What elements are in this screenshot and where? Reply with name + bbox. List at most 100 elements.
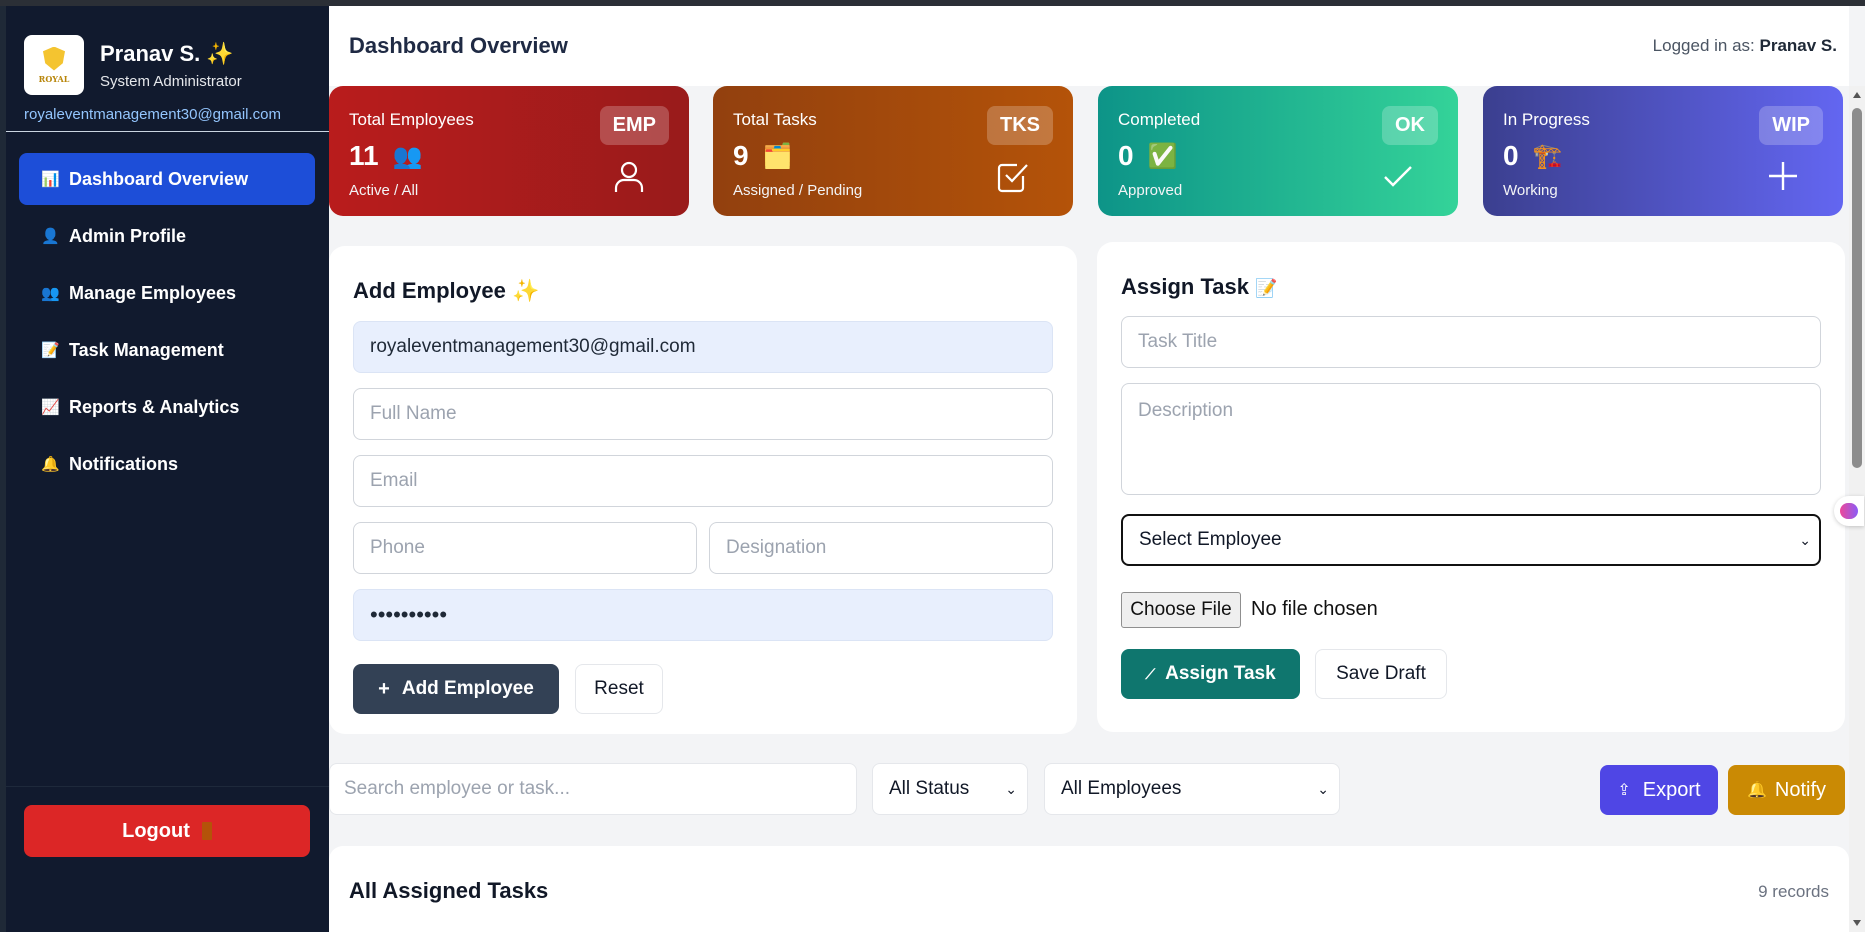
profile-email: royaleventmanagement30@gmail.com [24, 106, 282, 123]
sparkle-icon: ✨ [206, 41, 234, 66]
construction-icon: 🏗️ [1532, 142, 1563, 170]
export-button[interactable]: ⇪ Export [1600, 765, 1718, 815]
designation-field[interactable]: Designation [709, 522, 1053, 574]
employee-select-value: Select Employee [1139, 529, 1282, 550]
bell-icon: 🔔 [41, 456, 60, 473]
add-employee-panel: Add Employee ✨ royaleventmanagement30@gm… [329, 246, 1077, 734]
email-field[interactable]: Email [353, 455, 1053, 507]
stat-badge: EMP [599, 106, 669, 145]
assistant-brain-icon[interactable] [1834, 496, 1864, 526]
memo-icon: 📝 [41, 342, 60, 359]
user-icon: 👤 [41, 228, 60, 245]
sidebar: ROYAL Pranav S. ✨ System Administrator r… [6, 6, 329, 932]
stat-card-tasks: Total Tasks 9 🗂️ Assigned / Pending TKS [713, 86, 1073, 216]
stat-subtext: Approved [1118, 182, 1183, 199]
sidebar-item-label: Reports & Analytics [69, 396, 240, 417]
plus-icon: + [378, 677, 390, 700]
user-icon [614, 161, 644, 192]
trend-chart-icon: 📈 [41, 399, 60, 416]
folder-icon: 🗂️ [762, 142, 793, 170]
stat-card-in-progress: In Progress 0 🏗️ Working WIP [1483, 86, 1843, 216]
sidebar-nav: 📊 Dashboard Overview 👤 Admin Profile 👥 M… [19, 153, 315, 495]
check-mark-icon: ✅ [1147, 142, 1178, 170]
phone-field[interactable]: Phone [353, 522, 697, 574]
sidebar-item-reports-analytics[interactable]: 📈 Reports & Analytics [19, 381, 315, 433]
employee-filter-select[interactable]: All Employees ⌄ [1044, 763, 1340, 815]
password-field[interactable]: •••••••••• [353, 589, 1053, 641]
stat-subtext: Assigned / Pending [733, 182, 863, 199]
sidebar-item-manage-employees[interactable]: 👥 Manage Employees [19, 267, 315, 319]
description-field[interactable]: Description [1121, 383, 1821, 495]
checkbox-icon [997, 163, 1028, 193]
assign-task-label: Assign Task [1165, 663, 1276, 684]
stat-label: Completed [1118, 110, 1201, 129]
stat-label: Total Employees [349, 110, 474, 129]
stat-card-employees: Total Employees 11 👥 Active / All EMP [329, 86, 689, 216]
profile-name: Pranav S. ✨ [100, 41, 234, 66]
bar-chart-icon: 📊 [41, 171, 60, 188]
status-select[interactable]: All Status ⌄ [872, 763, 1028, 815]
sidebar-item-label: Manage Employees [69, 282, 237, 303]
stat-subtext: Working [1503, 182, 1558, 199]
crest-icon [43, 46, 65, 71]
stat-label: Total Tasks [733, 110, 817, 129]
export-label: Export [1642, 778, 1701, 801]
records-count: 9 records [1758, 882, 1829, 901]
company-logo: ROYAL [24, 35, 84, 95]
logged-user: Pranav S. [1759, 36, 1838, 55]
sidebar-item-notifications[interactable]: 🔔 Notifications [19, 438, 315, 490]
stat-value: 0 🏗️ [1503, 140, 1563, 171]
sidebar-item-label: Task Management [69, 339, 224, 360]
check-icon [1384, 166, 1412, 187]
logout-button[interactable]: Logout [24, 805, 310, 857]
bell-icon: 🔔 [1746, 782, 1767, 799]
profile-block: ROYAL Pranav S. ✨ System Administrator [24, 35, 242, 95]
search-input[interactable]: Search employee or task... [329, 763, 857, 815]
profile-role: System Administrator [100, 73, 242, 90]
notify-label: Notify [1774, 778, 1827, 801]
logo-text: ROYAL [38, 73, 70, 84]
add-employee-title: Add Employee ✨ [353, 278, 540, 303]
door-icon [201, 822, 212, 840]
sidebar-item-dashboard-overview[interactable]: 📊 Dashboard Overview [19, 153, 315, 205]
users-icon: 👥 [392, 142, 423, 170]
chevron-down-icon: ⌄ [1005, 780, 1017, 797]
sparkle-icon: ✨ [511, 278, 540, 303]
sidebar-item-task-management[interactable]: 📝 Task Management [19, 324, 315, 376]
logged-in-info: Logged in as: Pranav S. [1652, 36, 1838, 55]
assign-task-button[interactable]: ⟋ Assign Task [1121, 649, 1300, 699]
upload-icon: ⇪ [1617, 782, 1631, 799]
sidebar-item-admin-profile[interactable]: 👤 Admin Profile [19, 210, 315, 262]
chevron-down-icon: ⌄ [1317, 780, 1329, 797]
full-name-field[interactable]: Full Name [353, 388, 1053, 440]
sidebar-item-label: Dashboard Overview [69, 168, 249, 189]
sidebar-item-label: Admin Profile [69, 225, 187, 246]
reset-button[interactable]: Reset [575, 664, 663, 714]
add-employee-button[interactable]: + Add Employee [353, 664, 559, 714]
scroll-down-icon[interactable] [1853, 920, 1861, 926]
stat-value: 9 🗂️ [733, 140, 793, 171]
stat-value: 0 ✅ [1118, 140, 1178, 171]
status-select-value: All Status [889, 778, 970, 799]
notify-button[interactable]: 🔔 Notify [1728, 765, 1845, 815]
employee-select[interactable]: Select Employee ⌄ [1121, 514, 1821, 566]
scrollbar-thumb[interactable] [1852, 108, 1862, 468]
stat-subtext: Active / All [349, 182, 419, 199]
users-icon: 👥 [41, 285, 60, 302]
add-employee-label: Add Employee [401, 678, 534, 699]
sidebar-bottom-divider [6, 786, 329, 787]
main-content: Dashboard Overview Logged in as: Pranav … [329, 6, 1865, 932]
choose-file-button[interactable]: Choose File [1121, 592, 1241, 628]
username-field[interactable]: royaleventmanagement30@gmail.com [353, 321, 1053, 373]
stat-badge: OK [1382, 106, 1438, 145]
memo-icon: 📝 [1255, 278, 1278, 298]
assign-task-title: Assign Task 📝 [1121, 274, 1278, 299]
stat-card-completed: Completed 0 ✅ Approved OK [1098, 86, 1458, 216]
stat-value: 11 👥 [349, 140, 423, 171]
task-title-field[interactable]: Task Title [1121, 316, 1821, 368]
scroll-up-icon[interactable] [1853, 92, 1861, 98]
chevron-down-icon: ⌄ [1799, 531, 1811, 548]
save-draft-button[interactable]: Save Draft [1315, 649, 1447, 699]
assign-task-panel: Assign Task 📝 Task Title Description Sel… [1097, 242, 1845, 732]
sidebar-item-label: Notifications [69, 453, 179, 474]
